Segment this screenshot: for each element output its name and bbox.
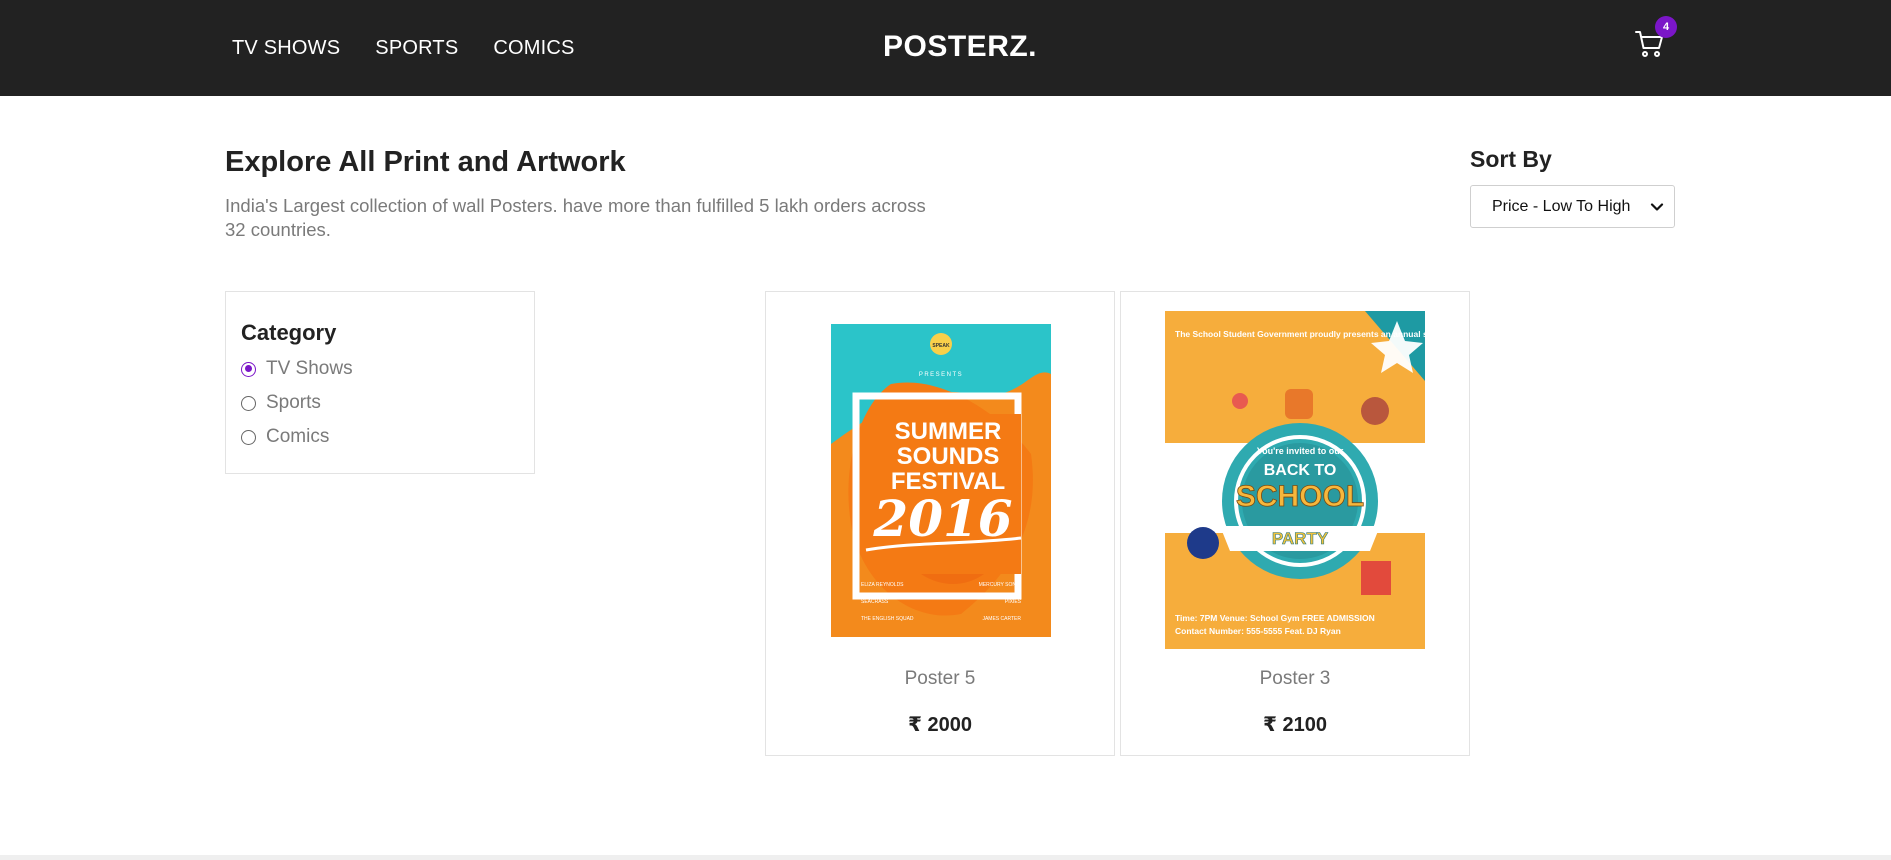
nav-link-comics[interactable]: COMICS xyxy=(493,37,574,60)
category-filter: Category TV Shows Sports Comics xyxy=(225,291,535,474)
svg-text:SPEAK: SPEAK xyxy=(932,343,950,349)
svg-text:Time: 7PM Venue: School Gym: Time: 7PM Venue: School Gym FREE ADMISSI… xyxy=(1175,613,1375,623)
product-price: ₹ 2000 xyxy=(908,714,972,736)
chevron-down-icon xyxy=(1650,203,1664,211)
category-option-comics[interactable]: Comics xyxy=(241,426,329,448)
svg-text:BACK TO: BACK TO xyxy=(1264,462,1337,479)
sort-label: Sort By xyxy=(1470,146,1552,172)
brand-logo[interactable]: POSTERZ. xyxy=(883,30,1037,64)
category-label: Sports xyxy=(266,392,321,413)
svg-text:You're invited to our: You're invited to our xyxy=(1257,446,1344,456)
svg-text:The School Student Government: The School Student Government proudly pr… xyxy=(1175,329,1425,339)
radio-tv-shows[interactable] xyxy=(241,361,256,377)
category-option-sports[interactable]: Sports xyxy=(241,392,321,414)
festival-poster-art: SPEAK PRESENTS SUMMER SOUNDS FESTIVAL 20… xyxy=(831,324,1051,637)
svg-text:PARTY: PARTY xyxy=(1272,529,1329,548)
svg-text:MERCURY SONIC: MERCURY SONIC xyxy=(979,582,1022,588)
product-card[interactable]: SPEAK PRESENTS SUMMER SOUNDS FESTIVAL 20… xyxy=(765,291,1115,756)
top-navbar: TV SHOWS SPORTS COMICS POSTERZ. 4 xyxy=(0,0,1891,96)
page-description: India's Largest collection of wall Poste… xyxy=(225,195,926,240)
sort-select[interactable]: Price - Low To High xyxy=(1470,185,1675,228)
cart-count-badge: 4 xyxy=(1655,16,1677,38)
svg-text:SUMMER: SUMMER xyxy=(895,418,1002,445)
svg-text:SCHOOL: SCHOOL xyxy=(1236,480,1364,513)
radio-comics[interactable] xyxy=(241,429,256,445)
nav-link-tv-shows[interactable]: TV SHOWS xyxy=(232,37,340,60)
category-option-tv-shows[interactable]: TV Shows xyxy=(241,358,353,380)
product-card[interactable]: The School Student Government proudly pr… xyxy=(1120,291,1470,756)
sort-selected-value: Price - Low To High xyxy=(1492,197,1631,215)
svg-text:ELIZA REYNOLDS: ELIZA REYNOLDS xyxy=(861,582,904,588)
category-title: Category xyxy=(241,320,337,345)
product-name: Poster 3 xyxy=(1259,668,1331,689)
category-label: Comics xyxy=(266,426,330,447)
category-label: TV Shows xyxy=(266,358,353,379)
footer-divider xyxy=(0,855,1891,860)
nav-links: TV SHOWS SPORTS COMICS xyxy=(232,0,575,96)
svg-text:PRESENTS: PRESENTS xyxy=(919,372,963,378)
svg-text:PIXIES: PIXIES xyxy=(1005,599,1022,605)
product-image-poster-3[interactable]: The School Student Government proudly pr… xyxy=(1165,311,1425,649)
school-poster-art: The School Student Government proudly pr… xyxy=(1165,311,1425,649)
svg-text:SOUNDS: SOUNDS xyxy=(897,443,1000,470)
nav-link-sports[interactable]: SPORTS xyxy=(375,37,458,60)
svg-text:SEACRASS: SEACRASS xyxy=(861,599,889,605)
product-image-poster-5[interactable]: SPEAK PRESENTS SUMMER SOUNDS FESTIVAL 20… xyxy=(831,324,1051,637)
page-title: Explore All Print and Artwork xyxy=(225,146,626,178)
svg-text:Contact Number: 555-5555 Fea: Contact Number: 555-5555 Feat. DJ Ryan xyxy=(1175,626,1341,636)
product-name: Poster 5 xyxy=(904,668,976,689)
svg-text:THE ENGLISH SQUAD: THE ENGLISH SQUAD xyxy=(861,616,914,622)
svg-text:JAMES CARTER: JAMES CARTER xyxy=(982,616,1021,622)
product-price: ₹ 2100 xyxy=(1263,714,1327,736)
radio-sports[interactable] xyxy=(241,395,256,411)
